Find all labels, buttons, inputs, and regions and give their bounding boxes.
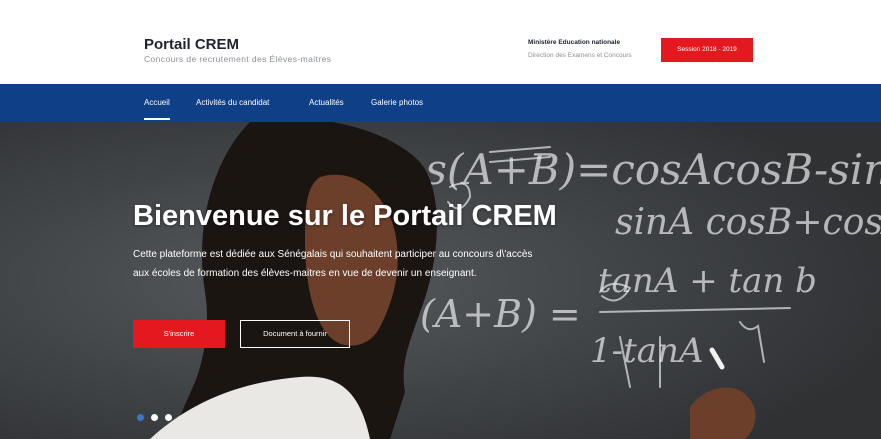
carousel-dot-3[interactable] (165, 414, 172, 421)
site-header: Portail CREM Concours de recrutement des… (0, 14, 881, 84)
site-title[interactable]: Portail CREM (144, 36, 239, 53)
formula-line-4: tanA + tan b (598, 261, 817, 301)
hero-slider: Cos(A+B)=cosAcosB-sinA sinA cosB+cosA (A… (0, 122, 881, 439)
formula-line-1: Cos(A+B)=cosAcosB-sinA (368, 145, 881, 194)
direction-name: Direction des Examens et Concours (528, 52, 632, 59)
register-button[interactable]: S'inscrire (133, 320, 225, 348)
carousel-dot-2[interactable] (151, 414, 158, 421)
formula-line-5: 1-tanA (590, 331, 704, 371)
carousel-dot-1[interactable] (137, 414, 144, 421)
nav-item-galerie-photos[interactable]: Galerie photos (371, 84, 423, 122)
top-border (0, 0, 881, 15)
nav-item-actualites[interactable]: Actualités (309, 84, 344, 122)
session-button[interactable]: Session 2018 - 2019 (661, 38, 753, 62)
site-subtitle: Concours de recrutement des Élèves-maitr… (144, 54, 332, 64)
formula-line-2: sinA cosB+cosA (615, 202, 881, 243)
nav-item-activites-candidat[interactable]: Activités du candidat (196, 84, 269, 122)
hero-title: Bienvenue sur le Portail CREM (133, 200, 557, 232)
nav-item-accueil[interactable]: Accueil (144, 84, 170, 122)
hero-description: Cette plateforme est dédiée aux Sénégala… (133, 249, 533, 279)
main-navigation: Accueil Activités du candidat Actualités… (0, 84, 881, 122)
documents-button[interactable]: Document à fournir (240, 320, 350, 348)
formula-line-3: (A+B) = (420, 292, 581, 336)
ministry-name: Ministère Education nationale (528, 39, 621, 46)
